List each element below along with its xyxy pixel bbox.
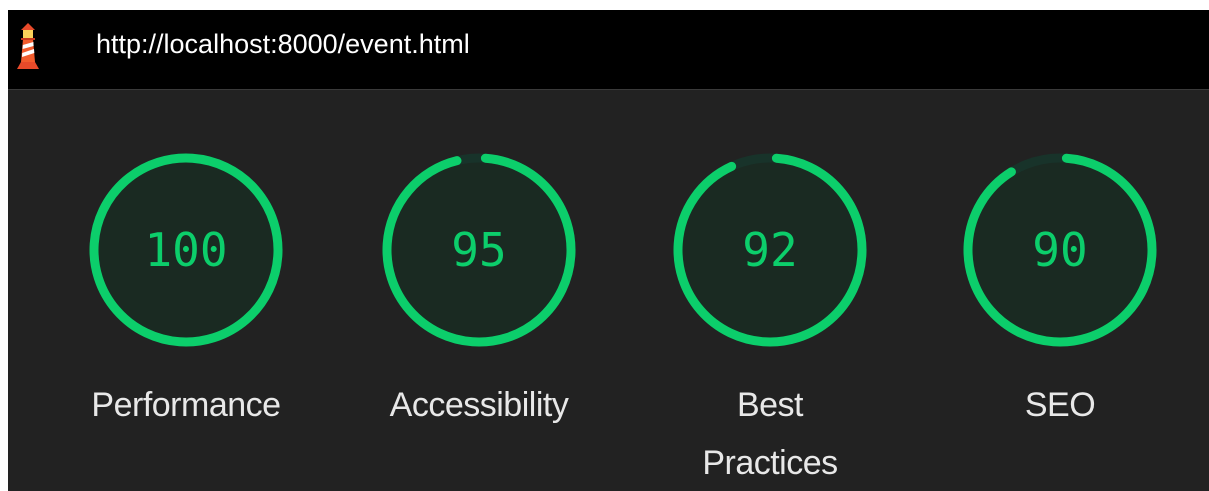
gauge-performance[interactable]: 100 xyxy=(86,150,286,350)
gauge-label-seo: SEO xyxy=(1024,386,1096,424)
lighthouse-icon xyxy=(17,23,39,69)
gauge-label-accessibility: Accessibility xyxy=(389,386,569,424)
url-bar: http://localhost:8000/event.html xyxy=(8,10,1209,90)
gauge-score: 100 xyxy=(144,223,228,277)
gauge-label-performance: Performance xyxy=(91,386,281,424)
gauge-seo[interactable]: 90 xyxy=(960,150,1160,350)
lighthouse-report: http://localhost:8000/event.html 100 Per… xyxy=(8,10,1209,491)
gauge-best-practices[interactable]: 92 xyxy=(670,150,870,350)
gauge-score: 95 xyxy=(451,223,507,277)
gauge-label-best-practices: Best Practices xyxy=(702,386,838,482)
report-url: http://localhost:8000/event.html xyxy=(96,29,470,59)
gauge-accessibility[interactable]: 95 xyxy=(379,150,579,350)
gauge-score: 90 xyxy=(1032,223,1088,277)
gauge-score: 92 xyxy=(742,223,798,277)
